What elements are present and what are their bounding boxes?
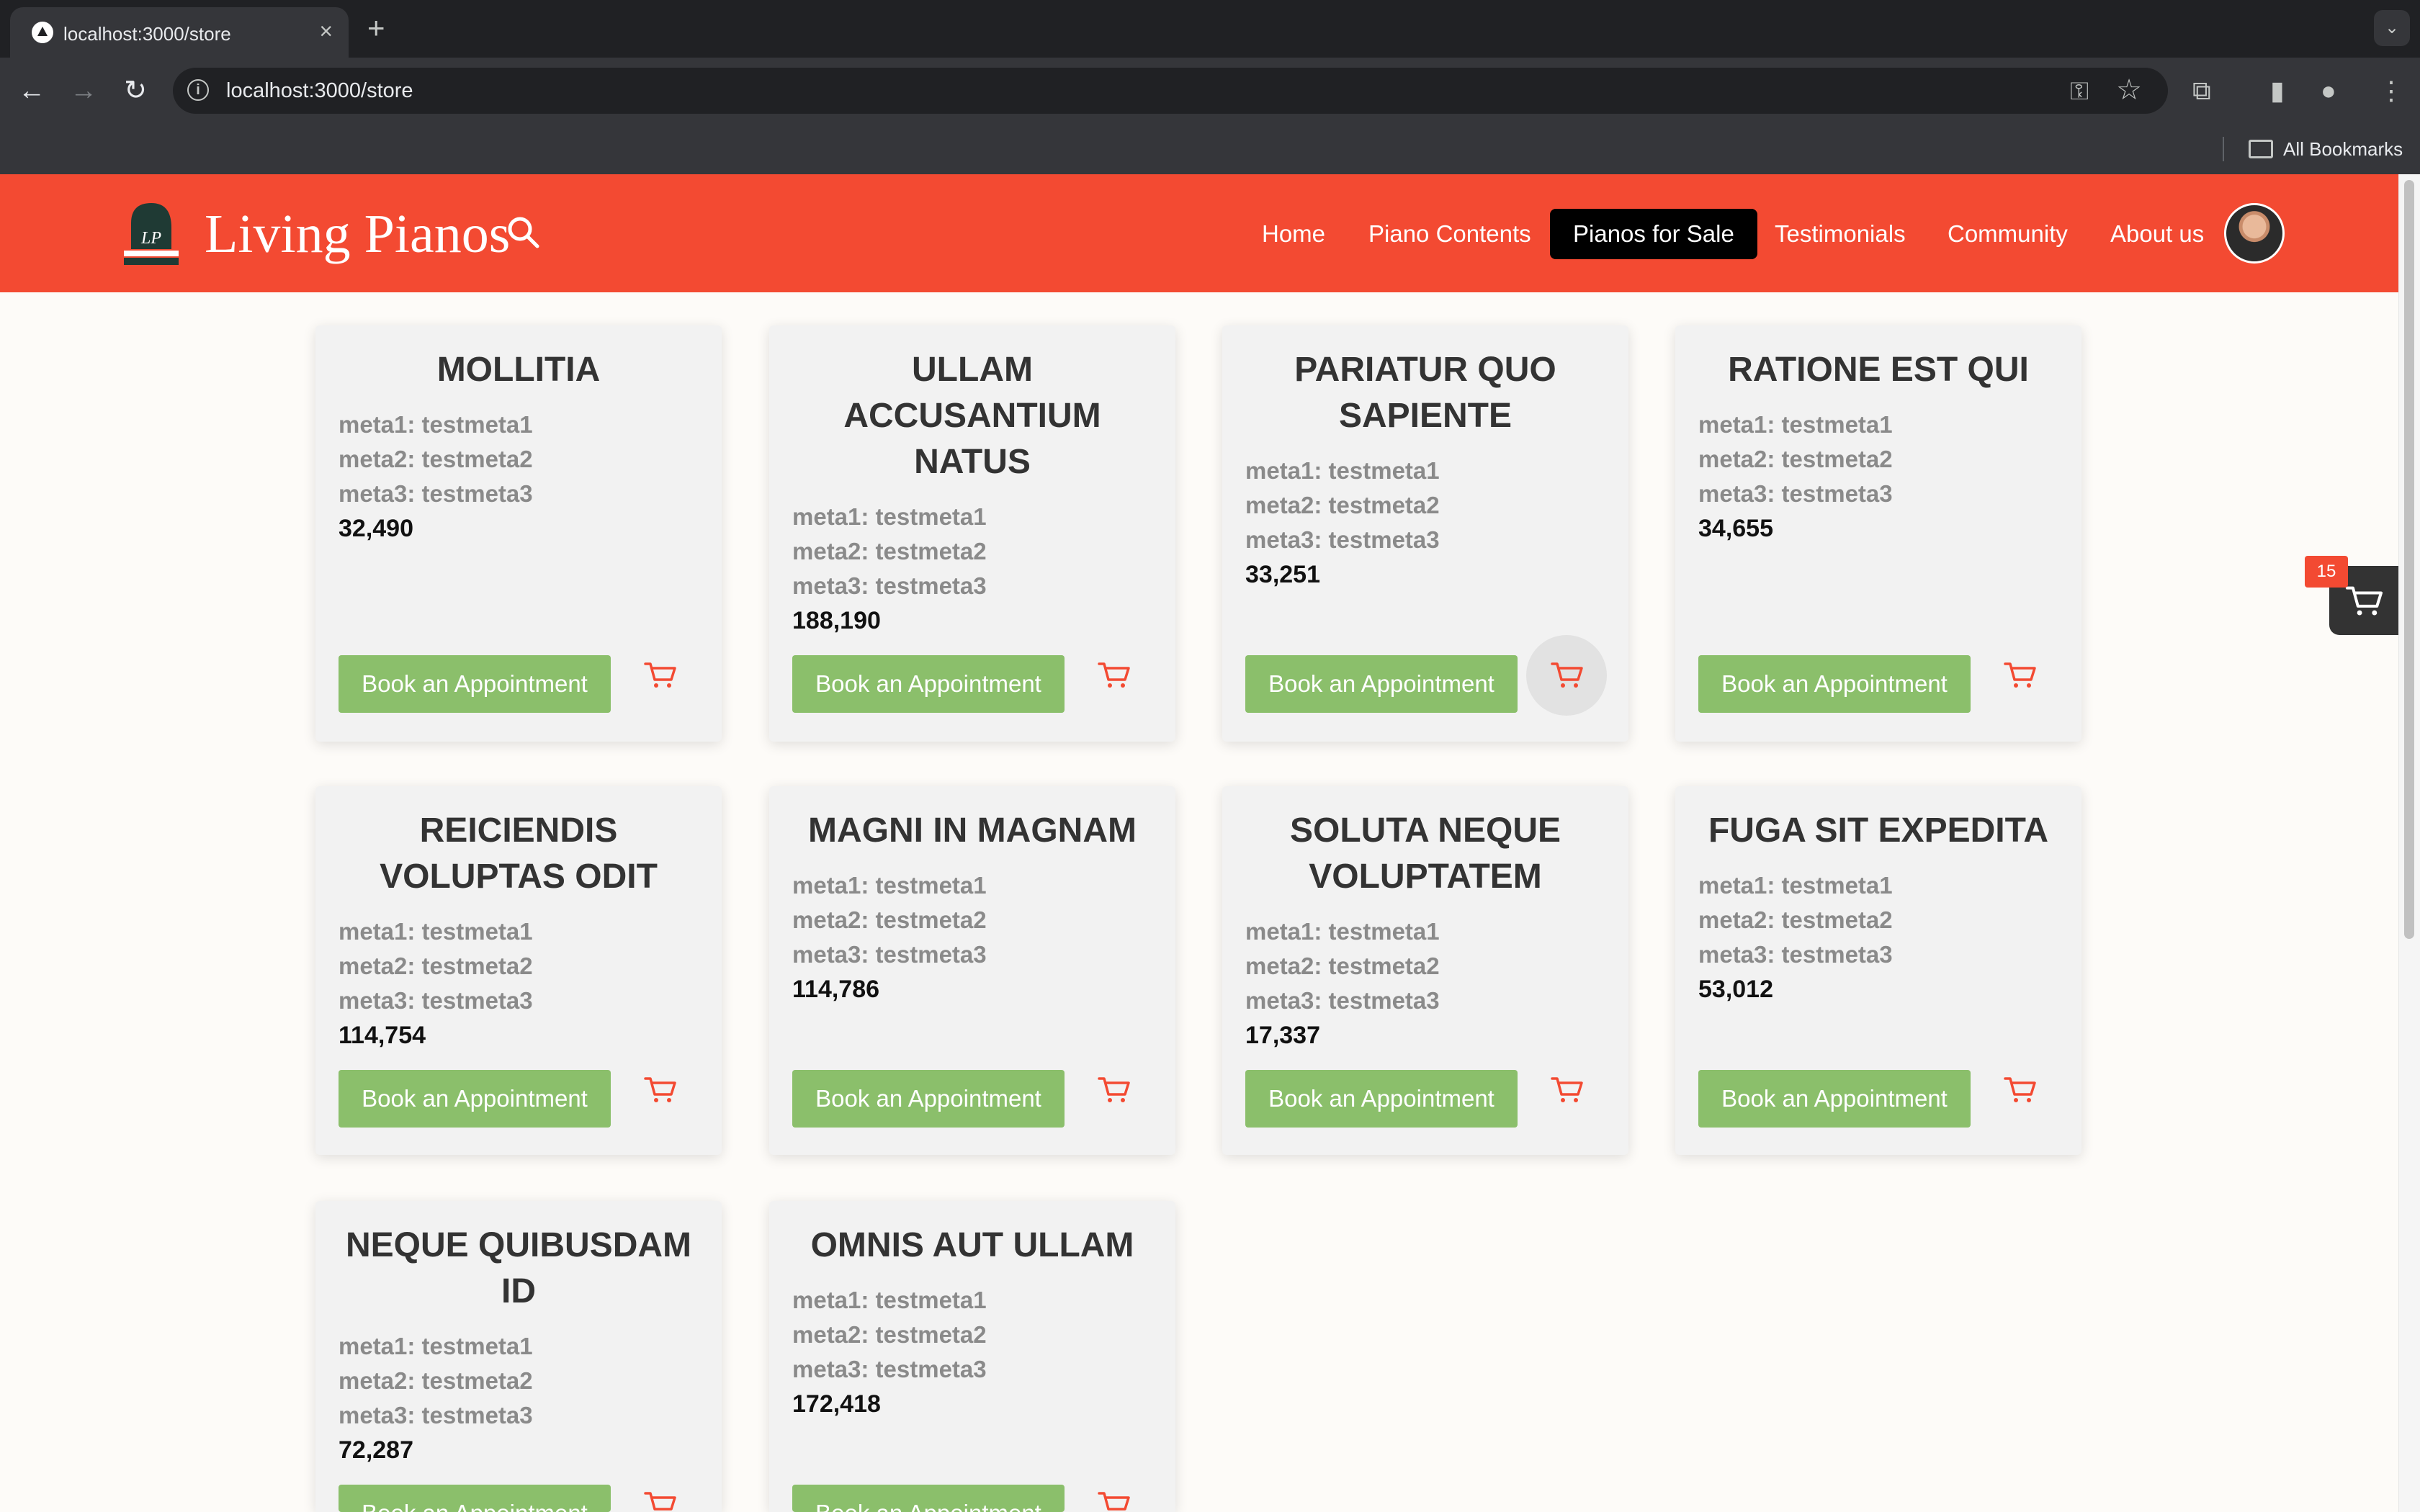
cart-icon xyxy=(1551,662,1583,688)
book-appointment-button[interactable]: Book an Appointment xyxy=(792,655,1065,713)
product-price: 72,287 xyxy=(339,1436,413,1464)
cart-icon xyxy=(644,1492,676,1511)
product-meta2: meta2: testmeta2 xyxy=(792,906,987,933)
product-meta3: meta3: testmeta3 xyxy=(1698,480,1893,507)
product-price: 114,786 xyxy=(792,976,880,1003)
product-meta2: meta2: testmeta2 xyxy=(1698,906,1893,933)
cart-icon xyxy=(1098,662,1130,688)
product-meta3: meta3: testmeta3 xyxy=(792,572,987,599)
add-to-cart-button[interactable] xyxy=(1526,1050,1607,1130)
product-title: REICIENDIS VOLUPTAS ODIT xyxy=(380,811,658,896)
product-title: PARIATUR QUO SAPIENTE xyxy=(1294,351,1556,435)
add-to-cart-button[interactable] xyxy=(619,1050,700,1130)
add-to-cart-button[interactable] xyxy=(1073,1050,1154,1130)
book-appointment-button[interactable]: Book an Appointment xyxy=(1698,655,1971,713)
cart-icon xyxy=(2004,1077,2036,1102)
add-to-cart-button[interactable] xyxy=(1526,635,1607,716)
product-meta1: meta1: testmeta1 xyxy=(1245,918,1440,945)
product-title: FUGA SIT EXPEDITA xyxy=(1708,811,2049,850)
product-meta3: meta3: testmeta3 xyxy=(339,1402,533,1428)
product-price: 33,251 xyxy=(1245,561,1320,588)
product-meta2: meta2: testmeta2 xyxy=(1698,446,1893,472)
add-to-cart-button[interactable] xyxy=(1073,635,1154,716)
add-to-cart-button[interactable] xyxy=(619,635,700,716)
product-meta3: meta3: testmeta3 xyxy=(339,987,533,1014)
product-title: NEQUE QUIBUSDAM ID xyxy=(345,1226,692,1310)
book-appointment-button[interactable]: Book an Appointment xyxy=(1245,1070,1518,1128)
product-meta3: meta3: testmeta3 xyxy=(339,480,533,507)
add-to-cart-button[interactable] xyxy=(619,1464,700,1512)
add-to-cart-button[interactable] xyxy=(1979,635,2060,716)
product-card: ULLAM ACCUSANTIUM NATUS meta1: testmeta1… xyxy=(769,325,1175,742)
book-appointment-button[interactable]: Book an Appointment xyxy=(339,655,611,713)
product-meta2: meta2: testmeta2 xyxy=(1245,492,1440,518)
product-card: PARIATUR QUO SAPIENTE meta1: testmeta1 m… xyxy=(1222,325,1628,742)
product-meta1: meta1: testmeta1 xyxy=(1698,872,1893,899)
product-title: RATIONE EST QUI xyxy=(1728,351,2029,389)
cart-icon xyxy=(2004,662,2036,688)
book-appointment-button[interactable]: Book an Appointment xyxy=(792,1485,1065,1512)
product-title: MOLLITIA xyxy=(436,351,601,389)
product-card: SOLUTA NEQUE VOLUPTATEM meta1: testmeta1… xyxy=(1222,786,1628,1155)
cart-icon xyxy=(644,662,676,688)
scrollbar-thumb[interactable] xyxy=(2404,180,2414,939)
cart-icon xyxy=(1098,1492,1130,1511)
product-meta2: meta2: testmeta2 xyxy=(1245,953,1440,979)
product-meta3: meta3: testmeta3 xyxy=(1245,987,1440,1014)
product-meta1: meta1: testmeta1 xyxy=(792,503,987,530)
product-card: RATIONE EST QUI meta1: testmeta1 meta2: … xyxy=(1675,325,2081,742)
product-price: 32,490 xyxy=(339,515,413,542)
cart-icon xyxy=(1551,1077,1583,1102)
product-title: OMNIS AUT ULLAM xyxy=(810,1226,1134,1264)
product-card: MOLLITIA meta1: testmeta1 meta2: testmet… xyxy=(315,325,722,742)
product-meta2: meta2: testmeta2 xyxy=(792,1321,987,1348)
product-price: 34,655 xyxy=(1698,515,1773,542)
product-card: NEQUE QUIBUSDAM ID meta1: testmeta1 meta… xyxy=(315,1201,722,1512)
product-title: MAGNI IN MAGNAM xyxy=(808,811,1137,850)
product-card: OMNIS AUT ULLAM meta1: testmeta1 meta2: … xyxy=(769,1201,1175,1512)
product-card: FUGA SIT EXPEDITA meta1: testmeta1 meta2… xyxy=(1675,786,2081,1155)
cart-icon xyxy=(1098,1077,1130,1102)
product-meta3: meta3: testmeta3 xyxy=(1245,526,1440,553)
product-meta2: meta2: testmeta2 xyxy=(339,1367,533,1394)
product-price: 17,337 xyxy=(1245,1022,1320,1049)
product-meta2: meta2: testmeta2 xyxy=(792,538,987,564)
product-price: 172,418 xyxy=(792,1390,881,1418)
product-meta3: meta3: testmeta3 xyxy=(792,941,987,968)
book-appointment-button[interactable]: Book an Appointment xyxy=(1698,1070,1971,1128)
product-card: MAGNI IN MAGNAM meta1: testmeta1 meta2: … xyxy=(769,786,1175,1155)
product-meta1: meta1: testmeta1 xyxy=(1245,457,1440,484)
book-appointment-button[interactable]: Book an Appointment xyxy=(1245,655,1518,713)
product-meta3: meta3: testmeta3 xyxy=(1698,941,1893,968)
cart-icon xyxy=(2345,586,2383,616)
product-meta2: meta2: testmeta2 xyxy=(339,446,533,472)
product-meta2: meta2: testmeta2 xyxy=(339,953,533,979)
product-meta3: meta3: testmeta3 xyxy=(792,1356,987,1382)
product-price: 114,754 xyxy=(339,1022,426,1049)
add-to-cart-button[interactable] xyxy=(1073,1464,1154,1512)
book-appointment-button[interactable]: Book an Appointment xyxy=(792,1070,1065,1128)
product-meta1: meta1: testmeta1 xyxy=(339,411,533,438)
product-meta1: meta1: testmeta1 xyxy=(339,918,533,945)
cart-count-badge: 15 xyxy=(2305,556,2348,588)
product-title: SOLUTA NEQUE VOLUPTATEM xyxy=(1289,811,1561,896)
add-to-cart-button[interactable] xyxy=(1979,1050,2060,1130)
product-meta1: meta1: testmeta1 xyxy=(339,1333,533,1359)
book-appointment-button[interactable]: Book an Appointment xyxy=(339,1485,611,1512)
product-price: 188,190 xyxy=(792,607,881,634)
product-card: REICIENDIS VOLUPTAS ODIT meta1: testmeta… xyxy=(315,786,722,1155)
product-title: ULLAM ACCUSANTIUM NATUS xyxy=(843,351,1101,481)
product-meta1: meta1: testmeta1 xyxy=(1698,411,1893,438)
product-meta1: meta1: testmeta1 xyxy=(792,872,987,899)
cart-icon xyxy=(644,1077,676,1102)
product-price: 53,012 xyxy=(1698,976,1773,1003)
product-grid: MOLLITIA meta1: testmeta1 meta2: testmet… xyxy=(0,0,2398,1512)
book-appointment-button[interactable]: Book an Appointment xyxy=(339,1070,611,1128)
product-meta1: meta1: testmeta1 xyxy=(792,1287,987,1313)
